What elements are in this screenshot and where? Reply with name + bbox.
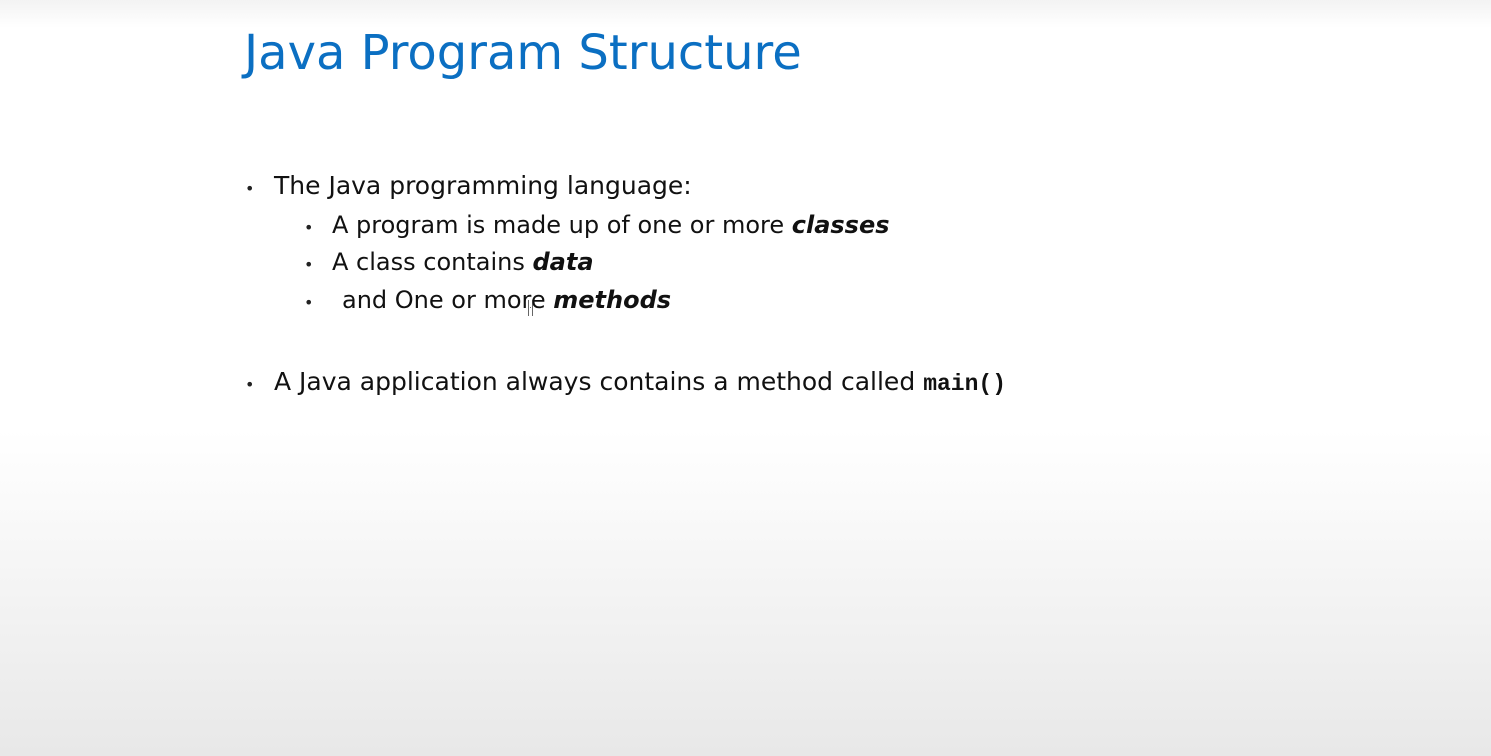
- sub-bullet-item-1: • A program is made up of one or more cl…: [304, 210, 890, 240]
- bullet-item-1: • The Java programming language:: [245, 170, 692, 202]
- sub-bullet-emphasis: classes: [791, 211, 890, 239]
- sub-bullet-text: A class contains data: [332, 247, 594, 277]
- bullet-text: A Java application always contains a met…: [274, 367, 916, 396]
- sub-bullet-item-2: • A class contains data: [304, 247, 594, 277]
- sub-bullet-plain-text: A class contains: [332, 248, 533, 276]
- bullet-dot-icon: •: [245, 375, 255, 394]
- sub-bullet-text: A program is made up of one or more clas…: [332, 210, 890, 240]
- bullet-dot-icon: •: [304, 293, 314, 312]
- bullet-item-2: • A Java application always contains a m…: [245, 366, 1006, 400]
- code-snippet: main(): [923, 371, 1007, 397]
- sub-bullet-text: and One or more methods: [332, 285, 671, 315]
- slide-title: Java Program Structure: [244, 25, 802, 81]
- text-cursor-icon: [528, 300, 533, 316]
- slide: Java Program Structure • The Java progra…: [0, 0, 1491, 756]
- sub-bullet-item-3: • and One or more methods: [304, 285, 671, 315]
- bullet-dot-icon: •: [304, 255, 314, 274]
- bullet-dot-icon: •: [245, 179, 255, 198]
- sub-bullet-plain-text: A program is made up of one or more: [332, 211, 792, 239]
- sub-bullet-emphasis: data: [532, 248, 594, 276]
- bullet-dot-icon: •: [304, 218, 314, 237]
- sub-bullet-emphasis: methods: [553, 286, 672, 314]
- bullet-text: The Java programming language:: [274, 171, 692, 200]
- sub-bullet-plain-text: and One or more: [342, 286, 554, 314]
